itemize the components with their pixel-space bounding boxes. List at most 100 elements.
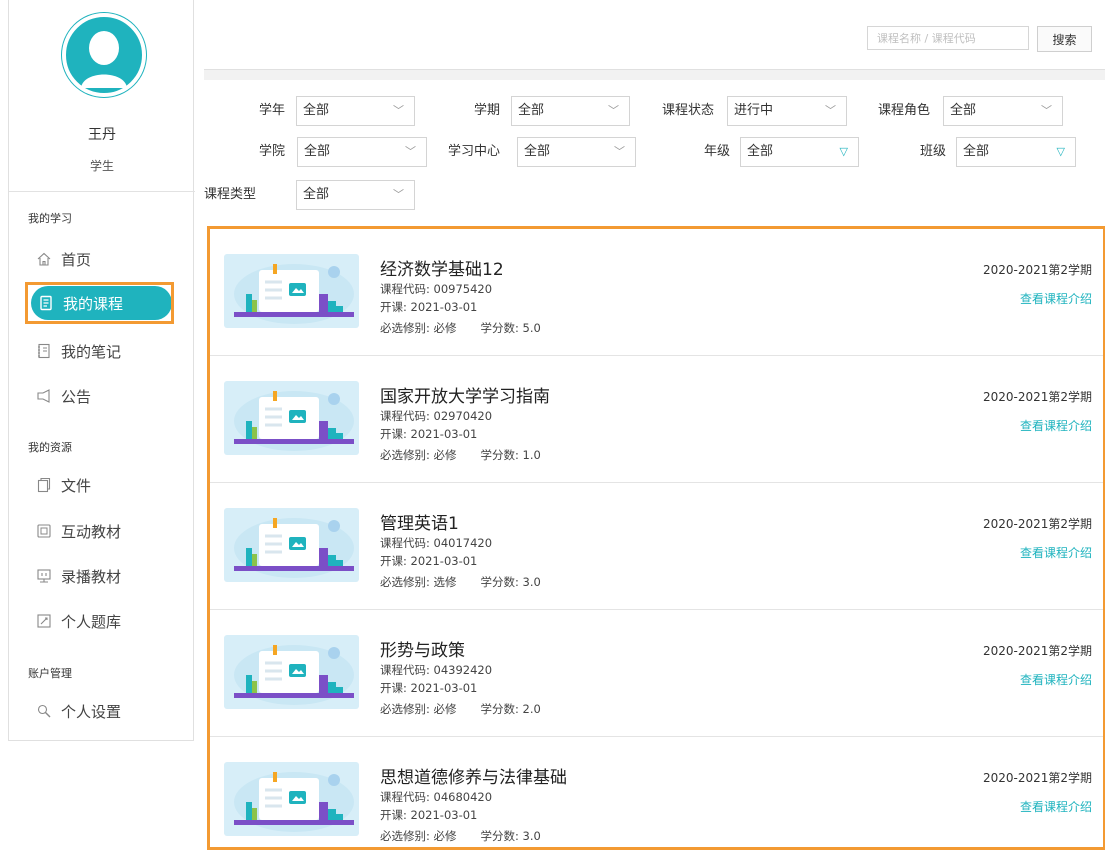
course-term: 2020-2021第2学期 [982,517,1092,531]
filter-select-study-center[interactable]: 全部 ﹀ [517,137,636,167]
course-code: 课程代码: 04392420 [380,663,493,677]
course-meta: 必选修别: 必修 学分数: 1.0 [380,447,541,463]
filter-select-year[interactable]: 全部 ﹀ [296,96,415,126]
course-row[interactable]: 国家开放大学学习指南 课程代码: 02970420 开课: 2021-03-01… [210,356,1103,483]
course-title[interactable]: 经济数学基础12 [380,255,504,280]
course-thumbnail[interactable] [224,635,359,709]
sidebar-item-label: 首页 [61,250,92,269]
course-row[interactable]: 思想道德修养与法律基础 课程代码: 04680420 开课: 2021-03-0… [210,737,1103,861]
sidebar-item-settings[interactable]: 个人设置 [36,696,121,726]
course-credits: 学分数: 3.0 [480,575,541,589]
sidebar-item-interactive-books[interactable]: 互动教材 [36,516,121,546]
sidebar-item-recorded-books[interactable]: 录播教材 [36,561,121,591]
sidebar-section-account: 账户管理 [28,667,72,680]
sidebar-item-question-bank[interactable]: 个人题库 [36,606,121,636]
sidebar-item-my-notes[interactable]: 我的笔记 [36,336,121,366]
course-term: 2020-2021第2学期 [982,771,1092,785]
course-code: 课程代码: 04680420 [380,790,493,804]
course-thumbnail[interactable] [224,762,359,836]
filter-value: 进行中 [734,103,774,118]
course-meta: 必选修别: 必修 学分数: 2.0 [380,701,541,717]
sidebar-item-home[interactable]: 首页 [36,244,91,274]
course-required-type: 必选修别: 必修 [380,829,457,843]
question-bank-icon [36,613,52,629]
course-title[interactable]: 形势与政策 [380,636,465,661]
course-start-date: 开课: 2021-03-01 [380,681,478,695]
course-thumbnail[interactable] [224,254,359,328]
section-separator [204,70,1105,80]
user-name: 王丹 [88,127,116,143]
course-row[interactable]: 形势与政策 课程代码: 04392420 开课: 2021-03-01 必选修别… [210,610,1103,737]
course-title[interactable]: 管理英语1 [380,509,459,534]
sidebar-item-label: 我的课程 [63,294,124,313]
filter-value: 全部 [304,144,331,159]
sidebar-item-files[interactable]: 文件 [36,470,91,500]
view-course-intro-link[interactable]: 查看课程介绍 [1020,798,1092,815]
search-button[interactable]: 搜索 [1037,26,1092,52]
course-row[interactable]: 管理英语1 课程代码: 04017420 开课: 2021-03-01 必选修别… [210,483,1103,610]
filter-select-college[interactable]: 全部 ﹀ [297,137,427,167]
top-search-bar: 搜索 [204,0,1105,70]
filter-value: 全部 [747,144,774,159]
course-title[interactable]: 国家开放大学学习指南 [380,382,550,407]
search-input[interactable] [867,26,1029,50]
filter-select-course-type[interactable]: 全部 ﹀ [296,180,415,210]
view-course-intro-link[interactable]: 查看课程介绍 [1020,417,1092,434]
filter-select-class[interactable]: 全部 ▽ [956,137,1076,167]
sidebar-section-my-study: 我的学习 [28,212,72,225]
course-cover-illustration-icon [234,264,354,324]
home-icon [36,251,52,267]
sidebar-item-my-courses[interactable]: 我的课程 [31,286,172,320]
chevron-down-icon: ﹀ [825,104,836,117]
filter-select-semester[interactable]: 全部 ﹀ [511,96,630,126]
announcement-icon [36,388,52,404]
filter-value: 全部 [950,103,977,118]
filter-value: 全部 [963,144,990,159]
filter-label-year: 学年 [259,103,286,118]
avatar[interactable] [61,12,147,98]
video-book-icon [36,568,52,584]
view-course-intro-link[interactable]: 查看课程介绍 [1020,544,1092,561]
course-required-type: 必选修别: 选修 [380,575,457,589]
course-cover-illustration-icon [234,391,354,451]
filter-label-course-role: 课程角色 [878,103,931,118]
settings-icon [36,703,52,719]
course-start-date: 开课: 2021-03-01 [380,554,478,568]
user-role: 学生 [89,159,114,173]
notebook-icon [36,343,52,359]
filter-select-grade[interactable]: 全部 ▽ [740,137,859,167]
filter-select-course-role[interactable]: 全部 ﹀ [943,96,1063,126]
file-icon [36,477,52,493]
course-credits: 学分数: 3.0 [480,829,541,843]
course-list: 经济数学基础12 课程代码: 00975420 开课: 2021-03-01 必… [207,226,1105,850]
chevron-down-icon: ﹀ [393,188,404,201]
course-cover-illustration-icon [234,518,354,578]
filter-select-course-status[interactable]: 进行中 ﹀ [727,96,847,126]
course-title[interactable]: 思想道德修养与法律基础 [380,763,567,788]
filter-value: 全部 [303,103,330,118]
course-code: 课程代码: 00975420 [380,282,493,296]
filter-panel: 学年 全部 ﹀ 学期 全部 ﹀ 课程状态 进行中 ﹀ 课程角色 全部 ﹀ 学院 全部 ﹀ … [204,80,1105,224]
sidebar-item-announcements[interactable]: 公告 [36,381,91,411]
chevron-down-icon: ﹀ [393,104,404,117]
sidebar-item-label: 录播教材 [61,567,122,586]
course-start-date: 开课: 2021-03-01 [380,808,478,822]
filter-label-grade: 年级 [704,144,731,159]
filter-value: 全部 [518,103,545,118]
filter-label-college: 学院 [259,144,286,159]
view-course-intro-link[interactable]: 查看课程介绍 [1020,290,1092,307]
course-credits: 学分数: 5.0 [480,321,541,335]
sidebar-divider [9,191,195,192]
filter-label-class: 班级 [920,144,947,159]
course-thumbnail[interactable] [224,508,359,582]
chevron-down-icon: ﹀ [1041,104,1052,117]
user-silhouette-icon [62,13,146,97]
view-course-intro-link[interactable]: 查看课程介绍 [1020,671,1092,688]
filter-label-study-center: 学习中心 [448,144,501,159]
course-required-type: 必选修别: 必修 [380,448,457,462]
course-meta: 必选修别: 选修 学分数: 3.0 [380,574,541,590]
course-row[interactable]: 经济数学基础12 课程代码: 00975420 开课: 2021-03-01 必… [210,229,1103,356]
chevron-down-icon: ﹀ [614,145,625,158]
course-term: 2020-2021第2学期 [982,390,1092,404]
course-thumbnail[interactable] [224,381,359,455]
